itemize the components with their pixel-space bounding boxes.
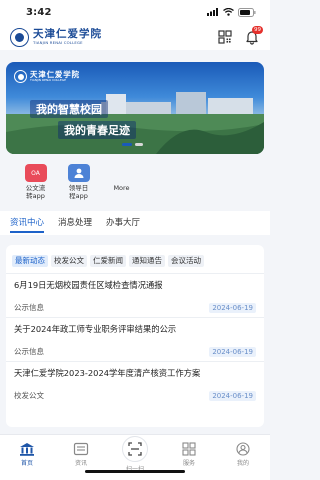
tabbar-label: 我的 bbox=[236, 460, 249, 467]
scan-button bbox=[122, 436, 148, 462]
document-flow-icon-text: OA bbox=[31, 169, 40, 177]
tabbar-profile[interactable]: 我的 bbox=[216, 435, 270, 480]
pagination-dot-1[interactable] bbox=[122, 143, 132, 146]
main-tabs: 资讯中心 消息处理 办事大厅 bbox=[0, 211, 270, 235]
banner-slogan-2: 我的青春足迹 bbox=[58, 121, 136, 139]
signal-icon bbox=[207, 8, 218, 16]
shortcut-label: 领导日 程app bbox=[69, 184, 89, 200]
tabbar-service[interactable]: 服务 bbox=[162, 435, 216, 480]
scan-icon bbox=[128, 442, 142, 456]
shortcut-label: More bbox=[113, 184, 130, 192]
campus-banner[interactable]: 天津仁爱学院 TIANJIN RENAI COLLEGE 我的智慧校园 我的青春… bbox=[6, 62, 264, 154]
banner-college-name-en: TIANJIN RENAI COLLEGE bbox=[30, 78, 67, 83]
news-category-chips: 最新动态 校发公文 仁爱新闻 通知通告 会议活动 bbox=[6, 245, 264, 267]
service-grid-icon bbox=[182, 442, 196, 456]
app-header: 天津仁爱学院 TIANJIN RENAI COLLEGE 99 bbox=[0, 24, 270, 50]
news-date: 2024-06-19 bbox=[209, 346, 256, 357]
shortcut-label-line2: 程app bbox=[69, 192, 88, 200]
shortcut-label-line1: 领导日 bbox=[68, 184, 89, 192]
status-bar: 3:42 bbox=[0, 0, 270, 24]
news-list: 6月19日无烟校园责任区域检查情况通报 公示信息 2024-06-19 关于20… bbox=[6, 273, 264, 405]
shortcut-document-flow[interactable]: OA 公文流 转app bbox=[14, 164, 57, 208]
list-item[interactable]: 关于2024年政工师专业职务评审结果的公示 公示信息 2024-06-19 bbox=[6, 317, 264, 361]
college-name-en: TIANJIN RENAI COLLEGE bbox=[33, 39, 83, 45]
shortcut-more[interactable]: More bbox=[100, 164, 143, 208]
tabbar-label: 服务 bbox=[182, 460, 195, 467]
news-category: 公示信息 bbox=[14, 347, 44, 356]
bottom-tab-bar: 首页 资讯 扫一扫 服务 我的 bbox=[0, 434, 270, 480]
college-name-cn: 天津仁爱学院 bbox=[33, 28, 102, 41]
news-title: 天津仁爱学院2023-2024学年度清产核资工作方案 bbox=[14, 368, 201, 378]
home-icon bbox=[20, 443, 34, 456]
news-title: 关于2024年政工师专业职务评审结果的公示 bbox=[14, 324, 177, 334]
notification-badge: 99 bbox=[252, 26, 263, 34]
tabbar-scan[interactable]: 扫一扫 bbox=[108, 435, 162, 480]
chip-meetings[interactable]: 会议活动 bbox=[168, 255, 204, 267]
news-title: 6月19日无烟校园责任区域检查情况通报 bbox=[14, 280, 163, 290]
document-flow-icon: OA bbox=[24, 164, 47, 182]
shortcut-label-line2: 转app bbox=[26, 192, 45, 200]
battery-icon bbox=[238, 7, 256, 17]
college-logo-text: 天津仁爱学院 TIANJIN RENAI COLLEGE bbox=[33, 29, 102, 44]
notification-button[interactable]: 99 bbox=[244, 26, 263, 45]
banner-logo: 天津仁爱学院 TIANJIN RENAI COLLEGE bbox=[14, 70, 80, 83]
chip-renai-news[interactable]: 仁爱新闻 bbox=[90, 255, 126, 267]
tabbar-news[interactable]: 资讯 bbox=[54, 435, 108, 480]
status-icons bbox=[207, 7, 256, 17]
shortcut-leader-schedule[interactable]: 领导日 程app bbox=[57, 164, 100, 208]
list-item[interactable]: 6月19日无烟校园责任区域检查情况通报 公示信息 2024-06-19 bbox=[6, 273, 264, 317]
tab-message-processing[interactable]: 消息处理 bbox=[58, 211, 92, 235]
tabbar-label: 资讯 bbox=[74, 460, 87, 467]
status-time: 3:42 bbox=[26, 6, 52, 18]
banner-pagination bbox=[122, 143, 143, 146]
person-schedule-icon bbox=[67, 164, 90, 182]
tab-news-center[interactable]: 资讯中心 bbox=[10, 211, 45, 235]
chip-notices[interactable]: 通知通告 bbox=[129, 255, 165, 267]
grid-more-icon bbox=[113, 164, 131, 182]
chip-latest[interactable]: 最新动态 bbox=[12, 255, 48, 267]
tabbar-label: 首页 bbox=[20, 460, 33, 467]
pagination-dot-2[interactable] bbox=[135, 143, 143, 146]
banner-slogan-1: 我的智慧校园 bbox=[30, 100, 108, 118]
news-category: 校发公文 bbox=[14, 391, 44, 400]
home-indicator bbox=[85, 470, 185, 473]
shortcut-label: 公文流 转app bbox=[26, 184, 46, 200]
shortcut-apps: OA 公文流 转app 领导日 程app More bbox=[0, 164, 270, 208]
tabbar-home[interactable]: 首页 bbox=[0, 435, 54, 480]
college-seal-logo bbox=[10, 27, 29, 47]
chip-school-documents[interactable]: 校发公文 bbox=[51, 255, 87, 267]
news-card: 最新动态 校发公文 仁爱新闻 通知通告 会议活动 6月19日无烟校园责任区域检查… bbox=[6, 245, 264, 427]
qr-code-icon[interactable] bbox=[218, 30, 232, 44]
news-date: 2024-06-19 bbox=[209, 302, 256, 313]
profile-icon bbox=[236, 442, 250, 456]
list-item[interactable]: 天津仁爱学院2023-2024学年度清产核资工作方案 校发公文 2024-06-… bbox=[6, 361, 264, 405]
news-category: 公示信息 bbox=[14, 303, 44, 312]
banner-seal-logo bbox=[14, 70, 27, 83]
shortcut-label-line1: 公文流 bbox=[25, 184, 46, 192]
tab-service-hall[interactable]: 办事大厅 bbox=[106, 211, 140, 235]
news-icon bbox=[73, 442, 89, 456]
news-date: 2024-06-19 bbox=[209, 390, 256, 401]
wifi-icon bbox=[223, 8, 234, 16]
banner-college-name: 天津仁爱学院 bbox=[30, 69, 80, 79]
